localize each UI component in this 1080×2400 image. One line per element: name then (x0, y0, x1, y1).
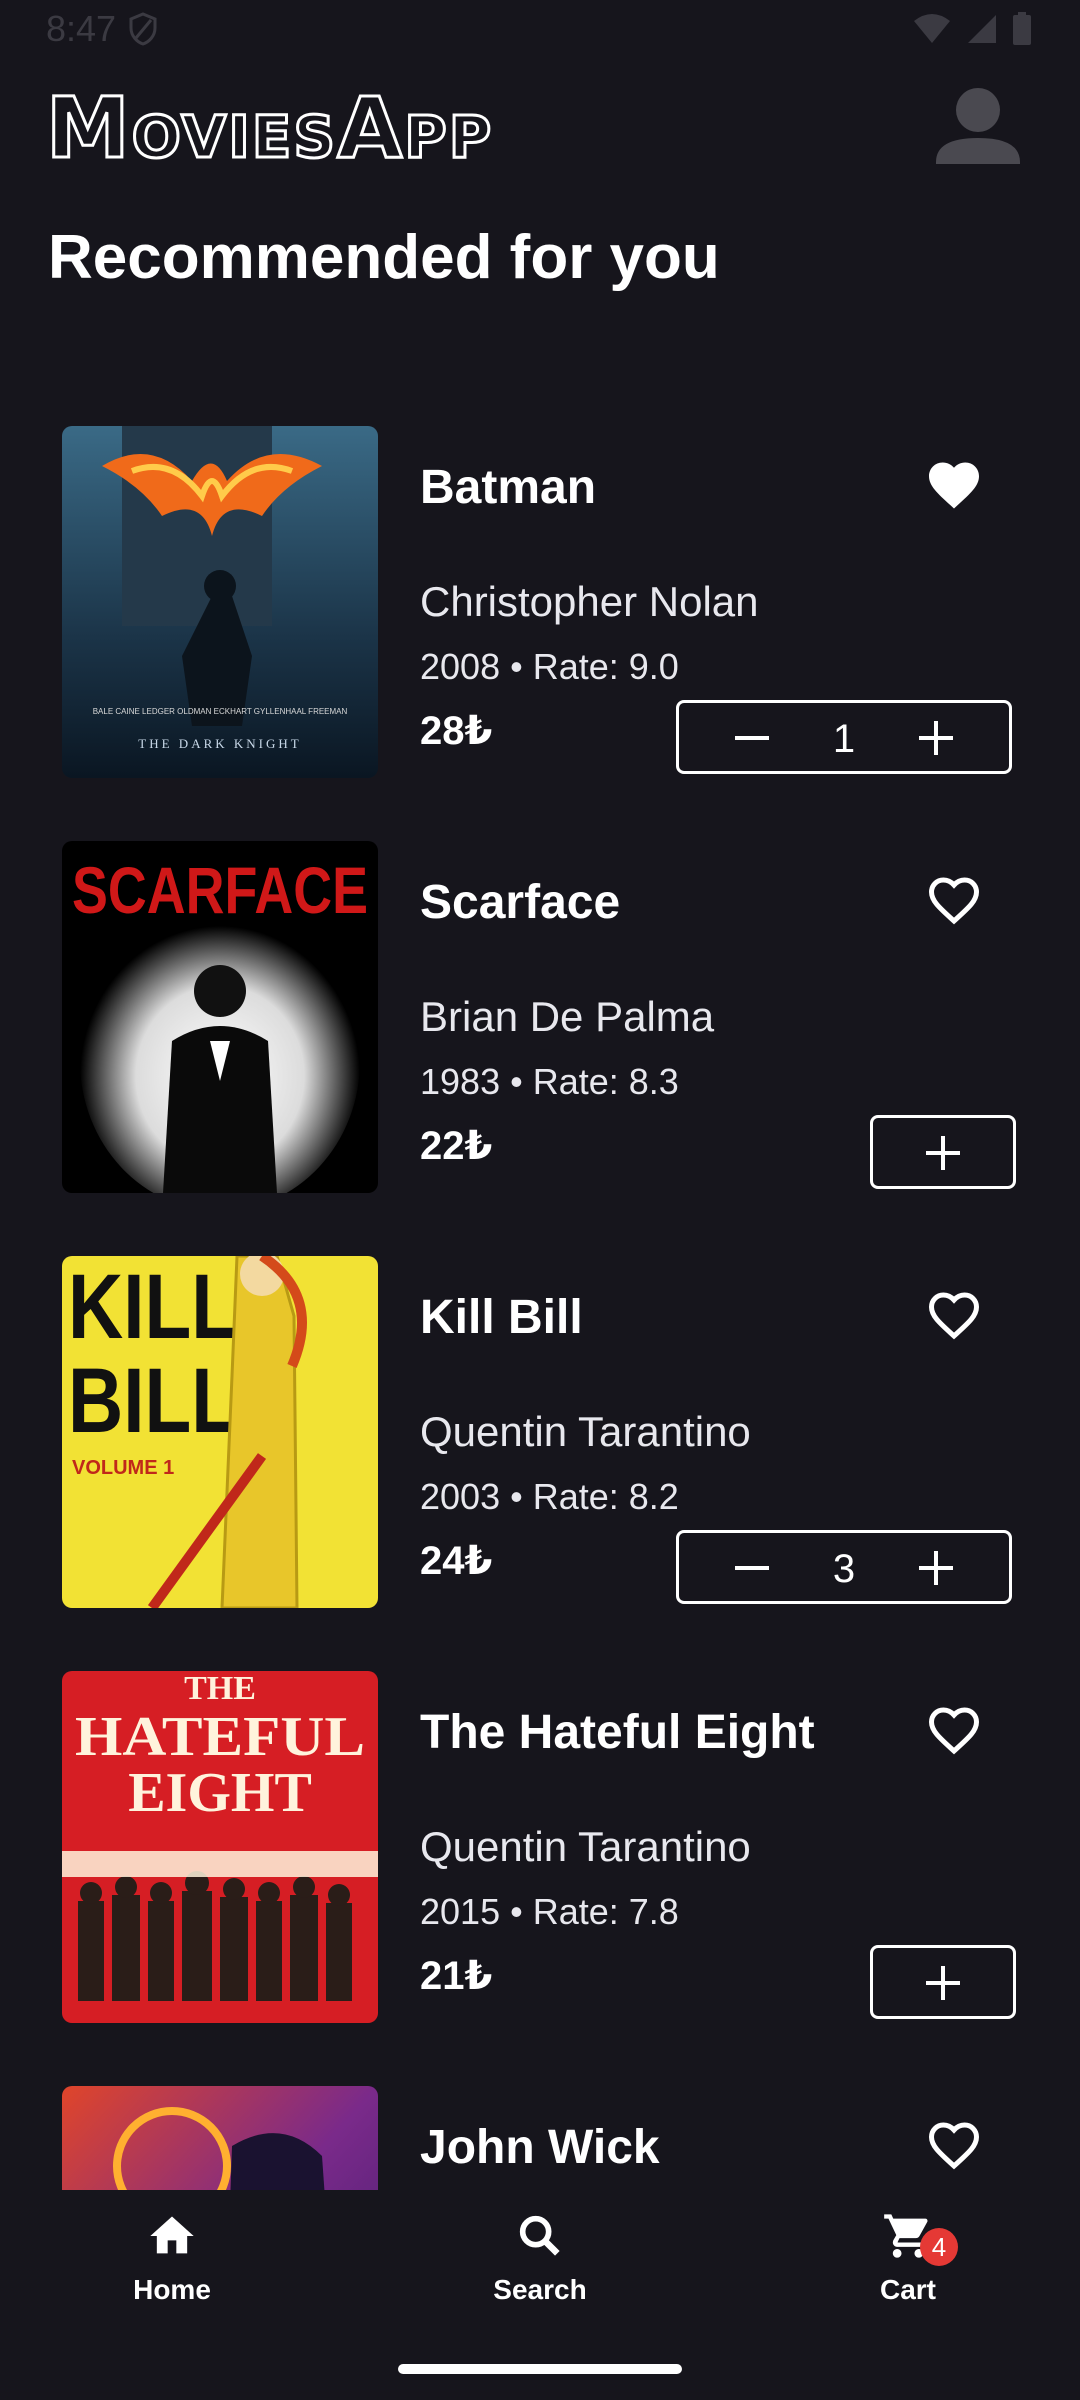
plus-icon (926, 1966, 960, 2000)
nav-home-label: Home (133, 2274, 211, 2305)
movie-card[interactable]: John Wick (0, 2086, 1080, 2190)
poster-title-text: KILL (68, 1256, 238, 1358)
home-icon (150, 2216, 194, 2254)
poster-cast-text: BALE CAINE LEDGER OLDMAN ECKHART GYLLENH… (93, 707, 348, 716)
movie-meta: 2003 • Rate: 8.2 (420, 1476, 679, 1517)
poster-title-text: BILL (68, 1350, 238, 1452)
movie-director: Quentin Tarantino (420, 1823, 751, 1870)
plus-icon[interactable] (909, 1541, 963, 1595)
poster-title-text: HATEFUL (75, 1706, 365, 1768)
poster-title-text: EIGHT (128, 1762, 312, 1824)
movie-title: John Wick (420, 2121, 660, 2174)
shield-icon (129, 12, 157, 46)
poster-title-text: SCARFACE (72, 853, 368, 927)
plus-icon (926, 1136, 960, 1170)
signal-icon (968, 15, 996, 43)
status-time: 8:47 (46, 8, 117, 49)
nav-cart-label: Cart (879, 2274, 936, 2305)
movie-poster[interactable]: SCARFACE (62, 841, 378, 1193)
movie-title: Kill Bill (420, 1291, 583, 1344)
movie-title: The Hateful Eight (420, 1706, 815, 1759)
poster-title-text: THE (184, 1671, 256, 1707)
status-bar: 8:47 (0, 0, 1080, 60)
heart-outline-icon[interactable] (924, 871, 984, 931)
movie-card[interactable]: BALE CAINE LEDGER OLDMAN ECKHART GYLLENH… (0, 426, 1080, 778)
movie-title: Scarface (420, 876, 621, 929)
movie-price: 22₺ (420, 1124, 493, 1168)
nav-search-label: Search (493, 2274, 587, 2305)
movie-price: 21₺ (420, 1954, 493, 1998)
movie-price: 28₺ (420, 709, 493, 753)
heart-outline-icon[interactable] (924, 2116, 984, 2176)
movie-meta: 2008 • Rate: 9.0 (420, 646, 679, 687)
heart-filled-icon[interactable] (924, 456, 984, 516)
add-to-cart-button[interactable] (870, 1115, 1016, 1189)
movie-title: Batman (420, 461, 597, 514)
movie-list[interactable]: BALE CAINE LEDGER OLDMAN ECKHART GYLLENH… (0, 426, 1080, 2190)
movie-price: 24₺ (420, 1539, 493, 1583)
nav-cart[interactable]: 4 Cart (808, 2210, 1008, 2306)
nav-home[interactable]: Home (72, 2210, 272, 2306)
movie-poster[interactable] (62, 2086, 378, 2190)
account-circle-icon[interactable] (930, 80, 1026, 176)
movie-director: Quentin Tarantino (420, 1408, 751, 1455)
movie-card[interactable]: THE HATEFUL EIGHT The Hateful Eight Quen… (0, 1671, 1080, 2023)
home-indicator (398, 2364, 682, 2374)
movie-card[interactable]: KILL BILL VOLUME 1 Kill Bill Quentin Tar… (0, 1256, 1080, 1608)
movie-poster[interactable]: KILL BILL VOLUME 1 (62, 1256, 378, 1608)
movie-meta: 1983 • Rate: 8.3 (420, 1061, 679, 1102)
battery-icon (1013, 12, 1031, 45)
app-logo: MOVIESAPP (45, 79, 494, 177)
heart-outline-icon[interactable] (924, 1701, 984, 1761)
nav-search[interactable]: Search (440, 2210, 640, 2306)
movie-meta: 2015 • Rate: 7.8 (420, 1891, 679, 1932)
cart-badge: 4 (920, 2228, 958, 2266)
movie-poster[interactable]: THE HATEFUL EIGHT (62, 1671, 378, 2023)
plus-icon[interactable] (909, 711, 963, 765)
section-title: Recommended for you (48, 223, 720, 292)
heart-outline-icon[interactable] (924, 1286, 984, 1346)
movie-director: Christopher Nolan (420, 578, 759, 625)
wifi-icon (914, 14, 950, 43)
movie-card[interactable]: SCARFACE Scarface Brian De Palma 1983 • … (0, 841, 1080, 1193)
app-header: MOVIESAPP (0, 80, 1080, 190)
search-icon (519, 2215, 560, 2256)
movie-director: Brian De Palma (420, 993, 715, 1040)
poster-title-text: THE DARK KNIGHT (138, 736, 301, 751)
add-to-cart-button[interactable] (870, 1945, 1016, 2019)
poster-subtitle-text: VOLUME 1 (72, 1457, 174, 1479)
quantity-stepper[interactable]: 3 (676, 1530, 1012, 1604)
movie-poster[interactable]: BALE CAINE LEDGER OLDMAN ECKHART GYLLENH… (62, 426, 378, 778)
quantity-stepper[interactable]: 1 (676, 700, 1012, 774)
